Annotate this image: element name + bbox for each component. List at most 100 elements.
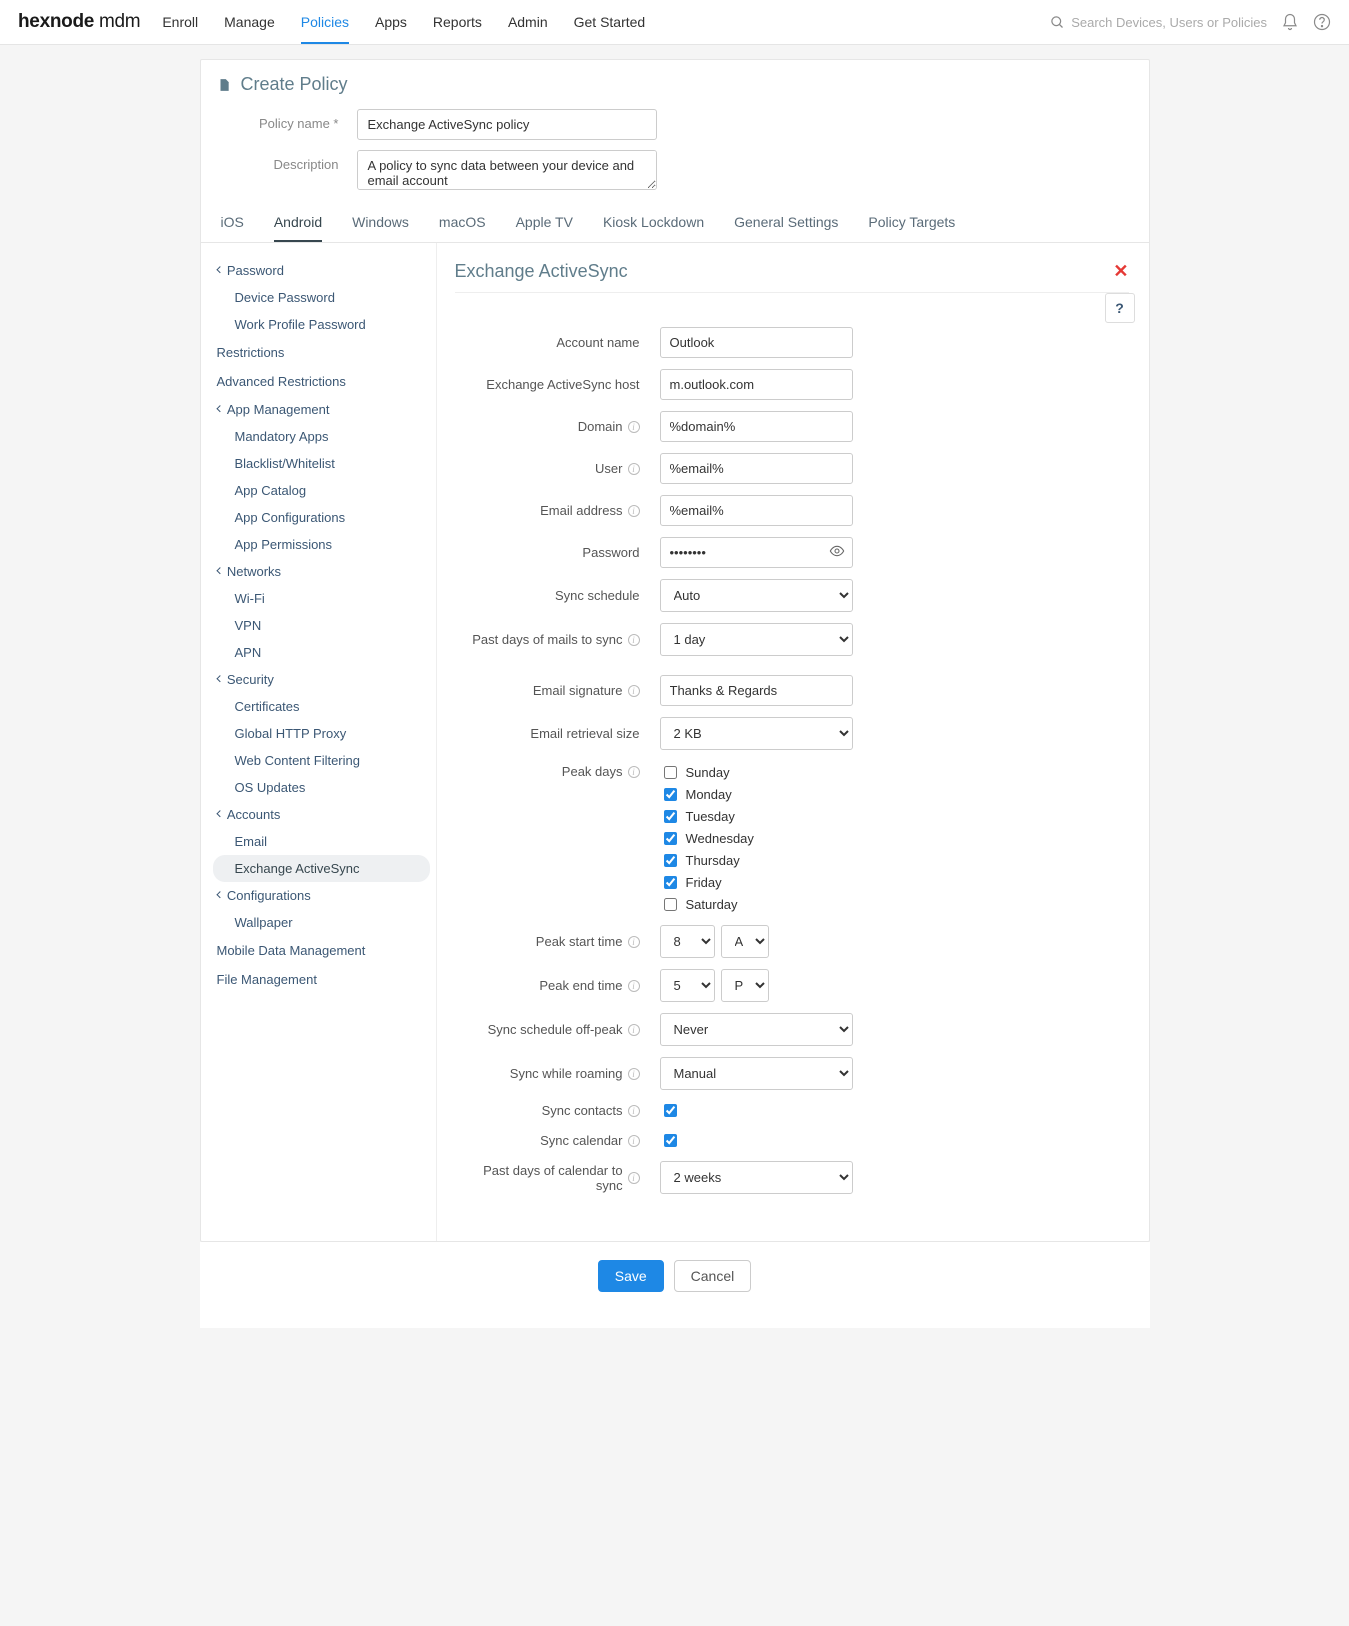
sidebar-item-blacklist-whitelist[interactable]: Blacklist/Whitelist [213,450,430,477]
past-mail-select[interactable]: 1 day [660,623,853,656]
close-icon[interactable]: ✕ [1113,261,1128,282]
domain-input[interactable] [660,411,853,442]
sidebar-item-mobile-data-management[interactable]: Mobile Data Management [213,936,430,965]
peak-end-hour-select[interactable]: 5 [660,969,715,1002]
sidebar-item-email[interactable]: Email [213,828,430,855]
sidebar-item-work-profile-password[interactable]: Work Profile Password [213,311,430,338]
sidebar-item-global-http-proxy[interactable]: Global HTTP Proxy [213,720,430,747]
tab-policy-targets[interactable]: Policy Targets [868,206,955,242]
sidebar-item-wi-fi[interactable]: Wi-Fi [213,585,430,612]
sidebar-section-app-management[interactable]: App Management [213,396,430,423]
tab-general-settings[interactable]: General Settings [734,206,838,242]
help-icon[interactable] [1313,13,1331,31]
content-help-button[interactable]: ? [1105,293,1135,323]
sidebar-section-configurations[interactable]: Configurations [213,882,430,909]
sidebar-item-vpn[interactable]: VPN [213,612,430,639]
policy-desc-input[interactable] [357,150,657,190]
tab-kiosk-lockdown[interactable]: Kiosk Lockdown [603,206,704,242]
info-icon[interactable]: i [628,505,640,517]
info-icon[interactable]: i [628,1172,640,1184]
sync-calendar-checkbox[interactable] [664,1134,677,1147]
peak-day-monday[interactable]: Monday [660,785,754,804]
search-input[interactable]: Search Devices, Users or Policies [1050,15,1267,30]
past-calendar-select[interactable]: 2 weeks [660,1161,853,1194]
peak-day-checkbox-thursday[interactable] [664,854,677,867]
info-icon[interactable]: i [628,463,640,475]
topnav-item-policies[interactable]: Policies [301,1,349,44]
sidebar-section-password[interactable]: Password [213,257,430,284]
info-icon[interactable]: i [628,1135,640,1147]
host-label: Exchange ActiveSync host [455,377,660,392]
sidebar-item-restrictions[interactable]: Restrictions [213,338,430,367]
topnav-item-apps[interactable]: Apps [375,1,407,44]
user-input[interactable] [660,453,853,484]
sidebar-item-device-password[interactable]: Device Password [213,284,430,311]
tab-apple-tv[interactable]: Apple TV [516,206,573,242]
roaming-select[interactable]: Manual [660,1057,853,1090]
peak-day-checkbox-friday[interactable] [664,876,677,889]
notifications-icon[interactable] [1281,13,1299,31]
peak-day-sunday[interactable]: Sunday [660,763,754,782]
retrieval-select[interactable]: 2 KB [660,717,853,750]
peak-day-checkbox-saturday[interactable] [664,898,677,911]
sidebar-item-app-catalog[interactable]: App Catalog [213,477,430,504]
brand-light: mdm [94,11,140,32]
info-icon[interactable]: i [628,1105,640,1117]
info-icon[interactable]: i [628,936,640,948]
topnav-item-reports[interactable]: Reports [433,1,482,44]
sidebar-item-apn[interactable]: APN [213,639,430,666]
info-icon[interactable]: i [628,980,640,992]
sidebar-item-wallpaper[interactable]: Wallpaper [213,909,430,936]
info-icon[interactable]: i [628,766,640,778]
sidebar-item-web-content-filtering[interactable]: Web Content Filtering [213,747,430,774]
peak-day-wednesday[interactable]: Wednesday [660,829,754,848]
sidebar-section-networks[interactable]: Networks [213,558,430,585]
sync-schedule-select[interactable]: Auto [660,579,853,612]
host-input[interactable] [660,369,853,400]
sidebar-section-security[interactable]: Security [213,666,430,693]
sidebar-section-accounts[interactable]: Accounts [213,801,430,828]
password-input[interactable] [660,537,853,568]
peak-start-hour-select[interactable]: 8 [660,925,715,958]
sidebar-item-file-management[interactable]: File Management [213,965,430,994]
reveal-password-icon[interactable] [829,543,845,559]
peak-start-ampm-select[interactable]: AM [721,925,769,958]
tab-android[interactable]: Android [274,206,322,242]
tab-ios[interactable]: iOS [221,206,244,242]
account-name-input[interactable] [660,327,853,358]
topnav-item-enroll[interactable]: Enroll [162,1,198,44]
peak-day-saturday[interactable]: Saturday [660,895,754,914]
info-icon[interactable]: i [628,421,640,433]
info-icon[interactable]: i [628,1068,640,1080]
peak-day-checkbox-tuesday[interactable] [664,810,677,823]
peak-day-checkbox-sunday[interactable] [664,766,677,779]
cancel-button[interactable]: Cancel [674,1260,752,1292]
email-input[interactable] [660,495,853,526]
topnav-item-manage[interactable]: Manage [224,1,275,44]
sidebar-item-app-configurations[interactable]: App Configurations [213,504,430,531]
policy-name-input[interactable] [357,109,657,140]
offpeak-select[interactable]: Never [660,1013,853,1046]
peak-end-ampm-select[interactable]: PM [721,969,769,1002]
tab-windows[interactable]: Windows [352,206,409,242]
sidebar-item-app-permissions[interactable]: App Permissions [213,531,430,558]
peak-day-friday[interactable]: Friday [660,873,754,892]
peak-day-checkbox-wednesday[interactable] [664,832,677,845]
sidebar-item-advanced-restrictions[interactable]: Advanced Restrictions [213,367,430,396]
sidebar-item-mandatory-apps[interactable]: Mandatory Apps [213,423,430,450]
sidebar-item-certificates[interactable]: Certificates [213,693,430,720]
save-button[interactable]: Save [598,1260,664,1292]
sync-contacts-checkbox[interactable] [664,1104,677,1117]
info-icon[interactable]: i [628,634,640,646]
tab-macos[interactable]: macOS [439,206,486,242]
peak-day-thursday[interactable]: Thursday [660,851,754,870]
sidebar-item-os-updates[interactable]: OS Updates [213,774,430,801]
peak-day-checkbox-monday[interactable] [664,788,677,801]
peak-day-tuesday[interactable]: Tuesday [660,807,754,826]
info-icon[interactable]: i [628,685,640,697]
info-icon[interactable]: i [628,1024,640,1036]
topnav-item-get-started[interactable]: Get Started [574,1,646,44]
sidebar-item-exchange-activesync[interactable]: Exchange ActiveSync [213,855,430,882]
topnav-item-admin[interactable]: Admin [508,1,548,44]
signature-input[interactable] [660,675,853,706]
